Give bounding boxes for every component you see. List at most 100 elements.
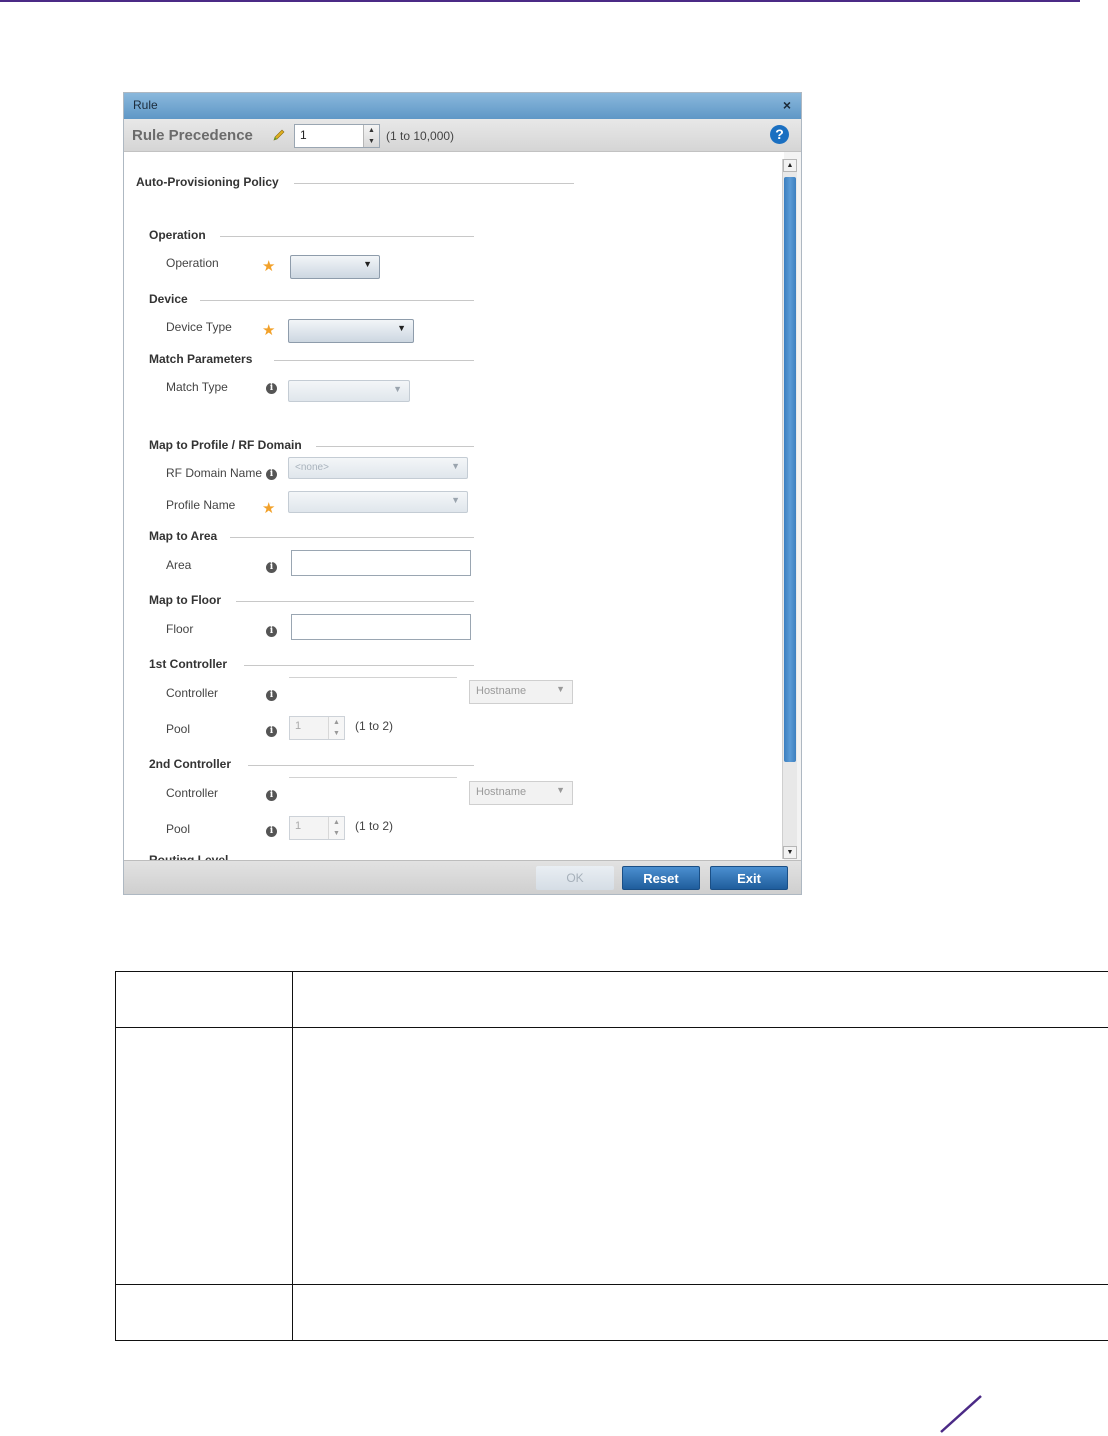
pool-2-label: Pool bbox=[166, 822, 191, 836]
group-title-controller-2: 2nd Controller bbox=[149, 757, 232, 771]
divider bbox=[230, 537, 474, 538]
chevron-up-icon[interactable]: ▲ bbox=[329, 817, 344, 828]
controller-1-label: Controller bbox=[166, 686, 219, 700]
info-icon: i bbox=[266, 562, 277, 573]
match-type-label: Match Type bbox=[166, 380, 228, 394]
controller-2-type-value: Hostname bbox=[476, 786, 527, 798]
group-title-device: Device bbox=[149, 292, 188, 306]
rule-precedence-value: 1 bbox=[300, 128, 307, 142]
info-icon: i bbox=[266, 690, 277, 701]
controller-2-type-select[interactable]: Hostname ▼ bbox=[469, 781, 573, 805]
divider bbox=[244, 665, 474, 666]
area-input[interactable] bbox=[291, 550, 471, 576]
device-type-label: Device Type bbox=[166, 320, 232, 334]
help-icon[interactable]: ? bbox=[770, 125, 789, 144]
stepper-arrows[interactable]: ▲ ▼ bbox=[328, 817, 344, 839]
rule-precedence-label: Rule Precedence bbox=[132, 127, 253, 144]
chevron-down-icon: ▼ bbox=[556, 684, 565, 694]
table-cell bbox=[292, 1284, 1108, 1341]
device-type-select[interactable]: ▼ bbox=[288, 319, 414, 343]
section-title: Auto-Provisioning Policy bbox=[136, 175, 279, 189]
stepper-arrows[interactable]: ▲ ▼ bbox=[328, 717, 344, 739]
divider bbox=[236, 601, 474, 602]
info-icon: i bbox=[266, 626, 277, 637]
pool-1-stepper[interactable]: 1 ▲ ▼ bbox=[289, 716, 345, 740]
floor-input[interactable] bbox=[291, 614, 471, 640]
required-star-icon: ★ bbox=[262, 258, 276, 275]
chevron-up-icon[interactable]: ▲ bbox=[364, 125, 379, 136]
controller-1-type-select[interactable]: Hostname ▼ bbox=[469, 680, 573, 704]
chevron-down-icon: ▼ bbox=[451, 495, 460, 505]
match-type-select[interactable]: ▼ bbox=[288, 380, 410, 402]
info-icon: i bbox=[266, 826, 277, 837]
pool-1-value: 1 bbox=[295, 720, 302, 732]
scroll-up-icon[interactable]: ▲ bbox=[783, 159, 797, 172]
reset-button[interactable]: Reset bbox=[622, 866, 700, 890]
chevron-down-icon[interactable]: ▼ bbox=[329, 728, 344, 739]
pool-1-range: (1 to 2) bbox=[355, 719, 394, 733]
profile-name-select[interactable]: ▼ bbox=[288, 491, 468, 513]
rule-precedence-range: (1 to 10,000) bbox=[386, 129, 455, 143]
dialog-footer: OK Reset Exit bbox=[124, 860, 801, 894]
operation-label: Operation bbox=[166, 256, 219, 270]
divider bbox=[274, 360, 474, 361]
group-title-map-profile: Map to Profile / RF Domain bbox=[149, 438, 302, 452]
chevron-down-icon: ▼ bbox=[363, 259, 372, 269]
scrollbar-thumb[interactable] bbox=[784, 177, 796, 762]
rule-dialog: Rule × Rule Precedence 1 ▲ ▼ (1 to 10,00… bbox=[123, 92, 802, 895]
rule-precedence-bar: Rule Precedence 1 ▲ ▼ (1 to 10,000) ? bbox=[124, 119, 801, 152]
required-star-icon: ★ bbox=[262, 322, 276, 339]
group-title-map-area: Map to Area bbox=[149, 529, 218, 543]
info-icon: i bbox=[266, 383, 277, 394]
dialog-title-bar: Rule × bbox=[124, 93, 801, 119]
controller-2-label: Controller bbox=[166, 786, 219, 800]
chevron-down-icon: ▼ bbox=[393, 384, 402, 394]
chevron-down-icon: ▼ bbox=[556, 785, 565, 795]
pool-2-range: (1 to 2) bbox=[355, 819, 394, 833]
divider bbox=[220, 236, 474, 237]
brand-slash-icon bbox=[940, 1395, 982, 1433]
controller-2-input[interactable] bbox=[289, 777, 457, 801]
table-row bbox=[115, 971, 1108, 1028]
rf-domain-name-select[interactable]: <none> ▼ bbox=[288, 457, 468, 479]
parameter-table bbox=[115, 971, 1108, 1341]
divider bbox=[200, 300, 474, 301]
pool-1-label: Pool bbox=[166, 722, 191, 736]
info-icon: i bbox=[266, 726, 277, 737]
dialog-title: Rule bbox=[133, 98, 158, 112]
pool-2-value: 1 bbox=[295, 820, 302, 832]
table-cell bbox=[115, 1284, 293, 1341]
controller-1-input[interactable] bbox=[289, 677, 457, 701]
table-cell bbox=[292, 971, 1108, 1028]
chevron-down-icon[interactable]: ▼ bbox=[329, 828, 344, 839]
rf-domain-name-value: <none> bbox=[295, 462, 329, 473]
info-icon: i bbox=[266, 790, 277, 801]
chevron-down-icon[interactable]: ▼ bbox=[364, 136, 379, 147]
group-title-map-floor: Map to Floor bbox=[149, 593, 221, 607]
close-icon[interactable]: × bbox=[783, 97, 791, 113]
rf-domain-name-label: RF Domain Name bbox=[166, 466, 263, 480]
divider bbox=[248, 765, 474, 766]
chevron-down-icon: ▼ bbox=[397, 323, 406, 333]
page-top-rule bbox=[0, 0, 1080, 2]
table-cell bbox=[115, 1027, 293, 1285]
profile-name-label: Profile Name bbox=[166, 498, 236, 512]
chevron-up-icon[interactable]: ▲ bbox=[329, 717, 344, 728]
group-title-controller-1: 1st Controller bbox=[149, 657, 228, 671]
stepper-arrows[interactable]: ▲ ▼ bbox=[363, 125, 379, 147]
vertical-scrollbar[interactable]: ▲ ▼ bbox=[782, 159, 797, 859]
scroll-down-icon[interactable]: ▼ bbox=[783, 846, 797, 859]
controller-1-type-value: Hostname bbox=[476, 685, 527, 697]
operation-select[interactable]: ▼ bbox=[290, 255, 380, 279]
floor-label: Floor bbox=[166, 622, 194, 636]
rule-precedence-stepper[interactable]: 1 ▲ ▼ bbox=[294, 124, 380, 148]
exit-button[interactable]: Exit bbox=[710, 866, 788, 890]
table-cell bbox=[292, 1027, 1108, 1285]
divider bbox=[316, 446, 474, 447]
divider bbox=[294, 183, 574, 184]
required-star-icon: ★ bbox=[262, 500, 276, 517]
pencil-icon bbox=[273, 129, 285, 141]
ok-button[interactable]: OK bbox=[536, 866, 614, 890]
info-icon: i bbox=[266, 469, 277, 480]
pool-2-stepper[interactable]: 1 ▲ ▼ bbox=[289, 816, 345, 840]
